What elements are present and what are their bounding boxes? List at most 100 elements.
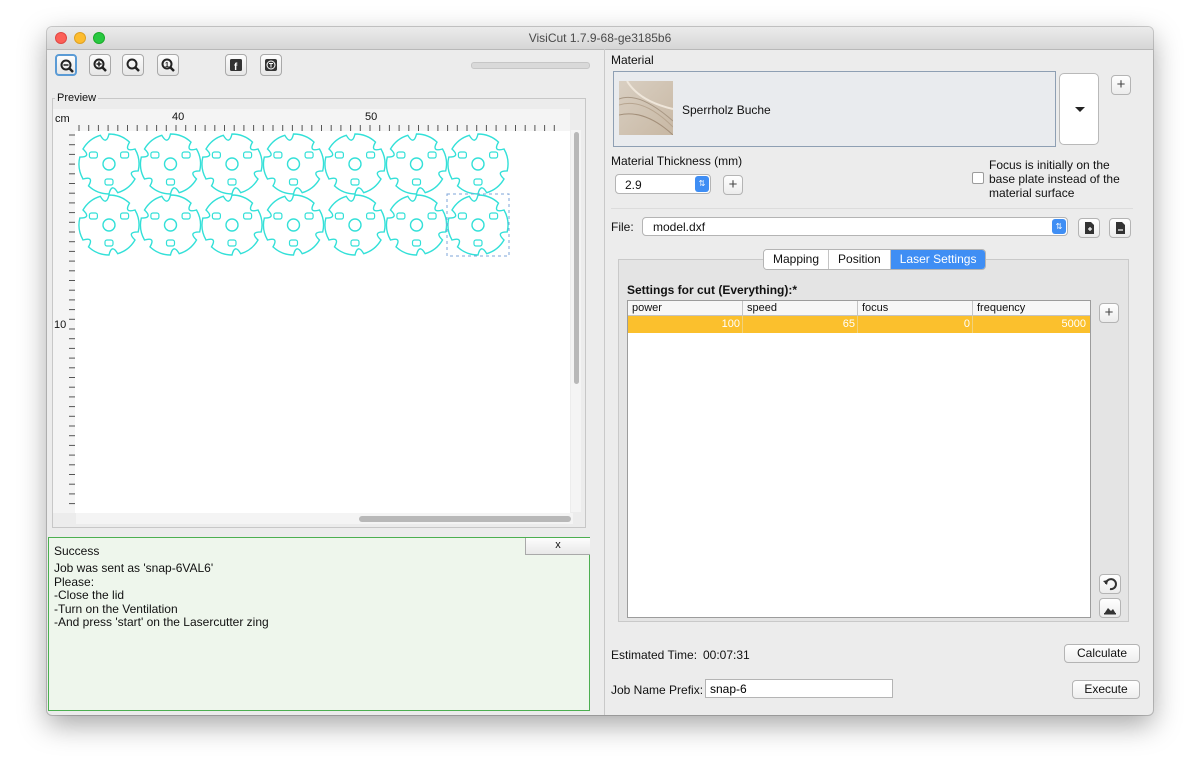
cog-slot [88,151,99,159]
material-name: Sperrholz Buche [682,103,771,117]
plus-icon: + [1116,76,1126,93]
cog-center-hole [471,218,485,232]
cog-center-hole [163,157,178,171]
material-dropdown-button[interactable] [1059,73,1099,145]
cog-slot [304,151,314,159]
cog-slot [366,212,376,220]
status-title: Success [54,544,100,558]
progress-bar [471,62,590,69]
cog-slot [304,212,314,220]
zoom-reset-icon: 1 [161,58,175,72]
cog-slot [427,151,437,159]
cog-center-hole [225,157,239,171]
cog-slot [227,239,237,247]
column-header-frequency[interactable]: frequency [973,301,1088,315]
document-remove-icon [1116,222,1125,234]
focus-label-line: material surface [989,186,1075,200]
add-material-button[interactable]: + [1111,75,1131,95]
preview-vertical-scrollbar[interactable] [571,130,581,512]
thickness-select[interactable]: 2.9 ⇅ [615,174,711,194]
cog-slot [211,212,221,220]
cog-slot [227,178,237,186]
save-profile-button[interactable] [1099,598,1121,618]
cog-slot [411,178,422,186]
remove-file-button[interactable] [1109,218,1131,238]
tab-position[interactable]: Position [829,250,891,269]
ruler-unit-label: cm [55,113,70,125]
cog-slot [489,151,499,159]
cog-center-hole [225,218,239,232]
thickness-value: 2.9 [625,178,642,192]
table-cell-power[interactable]: 100 [628,316,743,333]
chevron-down-icon [1075,107,1085,112]
calculate-button[interactable]: Calculate [1064,644,1140,663]
job-prefix-field[interactable] [705,679,894,698]
panel-divider [604,49,605,715]
execute-button[interactable]: Execute [1072,680,1140,699]
estimated-time-label: Estimated Time: [611,648,698,662]
file-select[interactable]: model.dxf ⇅ [642,217,1068,236]
tab-laser-settings[interactable]: Laser Settings [890,250,986,269]
facebook-icon: f [230,59,242,72]
zoom-in-icon [93,58,107,72]
add-setting-row-button[interactable]: + [1099,303,1119,323]
undo-button[interactable] [1099,574,1121,594]
cog-center-hole [163,218,178,232]
cog-slot [273,212,283,220]
status-line: Please: [54,574,95,589]
focus-checkbox[interactable] [972,172,984,184]
cog-center-hole [286,218,301,232]
tab-mapping[interactable]: Mapping [764,250,830,269]
cog-slot [119,212,130,220]
focus-label-line: base plate instead of the [989,172,1120,186]
facebook-button[interactable]: f [225,54,247,76]
status-close-button[interactable]: x [525,538,590,555]
preview-horizontal-scrollbar[interactable] [76,513,573,524]
cog-slot [396,151,406,159]
document-add-icon [1085,222,1094,234]
cog-slot [350,178,360,186]
zoom-in-button[interactable] [89,54,111,76]
table-row[interactable]: 100 65 0 5000 [628,316,1090,333]
table-cell-frequency[interactable]: 5000 [973,316,1088,333]
column-header-speed[interactable]: speed [743,301,858,315]
job-prefix-label: Job Name Prefix: [611,683,704,697]
thingiverse-button[interactable] [260,54,282,76]
ruler-x-tick-label: 50 [365,111,377,123]
thingiverse-icon [265,59,277,71]
cog-slot [489,212,499,220]
zoom-reset-button[interactable]: 1 [157,54,179,76]
svg-text:1: 1 [165,62,169,69]
cog-slot [88,212,99,220]
cog-slot [411,239,422,247]
material-selector[interactable]: Sperrholz Buche [613,71,1056,147]
cog-slot [457,151,467,159]
horizontal-scroll-thumb[interactable] [359,516,571,522]
focus-label-line: Focus is initially on the [989,158,1110,172]
cog-slot [473,239,483,247]
cog-slot [366,151,376,159]
up-down-arrows-icon: ⇅ [1052,219,1066,234]
material-thumbnail [618,80,674,136]
table-cell-speed[interactable]: 65 [743,316,858,333]
cog-slot [104,239,114,247]
vertical-scroll-thumb[interactable] [574,132,579,384]
vertical-ruler [53,109,75,513]
zoom-fit-icon [126,58,140,72]
ruler-x-tick-label: 40 [172,111,184,123]
table-cell-focus[interactable]: 0 [858,316,973,333]
up-down-arrows-icon: ⇅ [695,176,709,192]
add-thickness-button[interactable]: + [723,175,743,195]
preview-canvas[interactable]: cm 40 50 10 [53,109,570,513]
title-bar: VisiCut 1.7.9-68-ge3185b6 [47,27,1153,50]
cog-center-hole [102,218,116,232]
zoom-fit-button[interactable] [122,54,144,76]
column-header-focus[interactable]: focus [858,301,973,315]
import-file-button[interactable] [1078,218,1100,238]
cog-slot [119,151,130,159]
undo-icon [1103,578,1117,591]
column-header-power[interactable]: power [628,301,743,315]
cog-slot [457,212,467,220]
zoom-out-button[interactable] [55,54,77,76]
job-prefix-input[interactable] [706,680,894,698]
